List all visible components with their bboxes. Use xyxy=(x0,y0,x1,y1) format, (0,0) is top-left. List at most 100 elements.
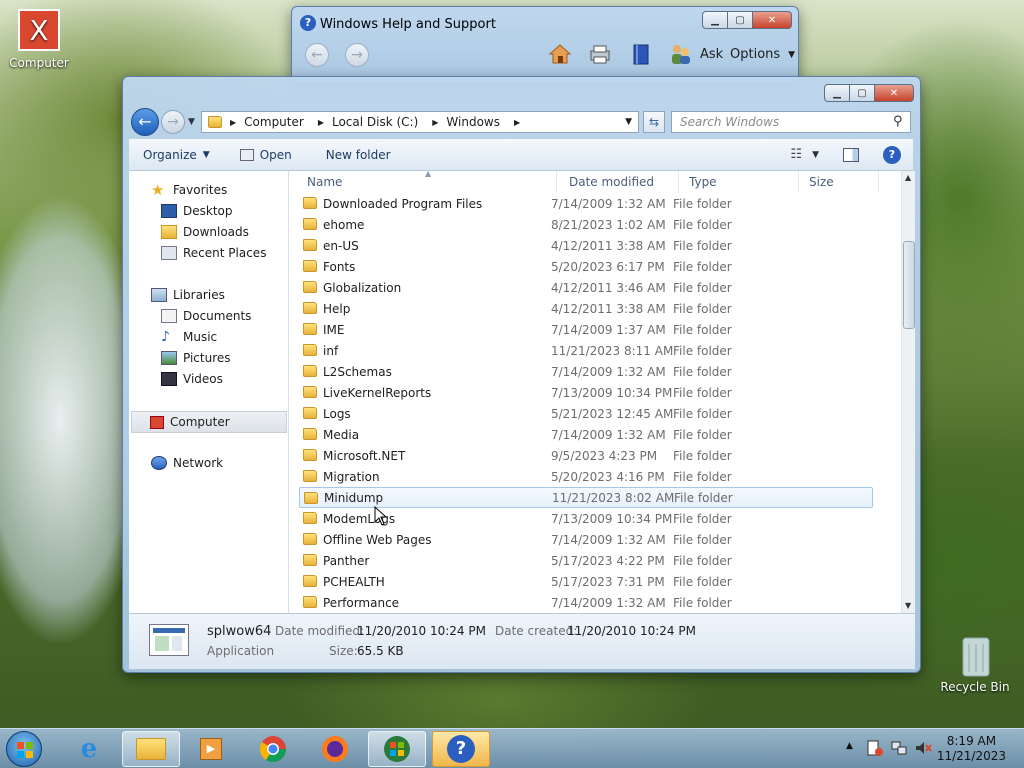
row-type: File folder xyxy=(673,343,732,358)
nav-downloads[interactable]: Downloads xyxy=(161,225,249,239)
vertical-scrollbar[interactable]: ▲ ▼ xyxy=(901,171,915,613)
help-forward-button[interactable]: → xyxy=(345,43,369,67)
breadcrumb-local-disk[interactable]: Local Disk (C:) xyxy=(332,115,418,129)
taskbar-media-player[interactable]: ▶ xyxy=(182,731,240,767)
table-row[interactable]: Microsoft.NET 9/5/2023 4:23 PM File folder xyxy=(299,445,873,466)
minimize-button[interactable]: ▁ xyxy=(824,84,850,102)
desktop-icon-computer[interactable]: X Computer xyxy=(4,8,74,70)
help-window[interactable]: ? Windows Help and Support ▁ ▢ ✕ ← → Ask… xyxy=(291,6,799,84)
breadcrumb-arrow-icon[interactable]: ▶ xyxy=(318,118,324,127)
explorer-window[interactable]: ▁ ▢ ✕ ← → ▼ ▶ Computer ▶ Local Disk (C:) ▶… xyxy=(122,76,921,673)
table-row[interactable]: Fonts 5/20/2023 6:17 PM File folder xyxy=(299,256,873,277)
table-row[interactable]: PCHEALTH 5/17/2023 7:31 PM File folder xyxy=(299,571,873,592)
view-options-button[interactable]: ☷ ▼ xyxy=(778,147,831,162)
scroll-up-icon[interactable]: ▲ xyxy=(905,173,911,182)
breadcrumb-arrow-icon[interactable]: ▶ xyxy=(230,118,236,127)
preview-pane-button[interactable] xyxy=(831,147,871,162)
column-header-size[interactable]: Size xyxy=(799,171,879,193)
table-row[interactable]: Minidump 11/21/2023 8:02 AM File folder xyxy=(299,487,873,508)
browse-help-icon[interactable] xyxy=(630,43,652,65)
table-row[interactable]: LiveKernelReports 7/13/2009 10:34 PM File … xyxy=(299,382,873,403)
home-icon[interactable] xyxy=(548,43,572,65)
nav-libraries[interactable]: Libraries xyxy=(151,288,225,302)
taskbar-clock[interactable]: 8:19 AM 11/21/2023 xyxy=(937,734,1006,764)
table-row[interactable]: Media 7/14/2009 1:32 AM File folder xyxy=(299,424,873,445)
row-date-modified: 5/17/2023 7:31 PM xyxy=(551,574,665,589)
organize-button[interactable]: Organize ▼ xyxy=(129,148,222,162)
table-row[interactable]: Migration 5/20/2023 4:16 PM File folder xyxy=(299,466,873,487)
desktop-icon-recycle-bin[interactable]: Recycle Bin xyxy=(940,632,1010,694)
nav-pictures[interactable]: Pictures xyxy=(161,351,231,365)
nav-label: Videos xyxy=(183,372,223,386)
close-button[interactable]: ✕ xyxy=(874,84,914,102)
row-date-modified: 4/12/2011 3:38 AM xyxy=(551,301,666,316)
show-hidden-icons-chevron-icon[interactable]: ▲ xyxy=(846,741,853,751)
row-type: File folder xyxy=(673,301,732,316)
table-row[interactable]: Globalization 4/12/2011 3:46 AM File folde… xyxy=(299,277,873,298)
taskbar-firefox[interactable] xyxy=(306,731,364,767)
nav-favorites[interactable]: ★ Favorites xyxy=(151,183,227,198)
maximize-button[interactable]: ▢ xyxy=(849,84,875,102)
folder-icon xyxy=(303,428,317,440)
table-row[interactable]: Offline Web Pages 7/14/2009 1:32 AM File f… xyxy=(299,529,873,550)
nav-documents[interactable]: Documents xyxy=(161,309,251,323)
volume-muted-icon[interactable] xyxy=(914,739,932,757)
open-button[interactable]: Open xyxy=(222,148,304,162)
search-input[interactable]: Search Windows xyxy=(671,111,911,133)
row-type: File folder xyxy=(673,532,732,547)
help-back-button[interactable]: ← xyxy=(305,43,329,67)
nav-recent-places[interactable]: Recent Places xyxy=(161,246,266,260)
column-header-type[interactable]: Type xyxy=(679,171,799,193)
options-menu[interactable]: Options ▼ xyxy=(730,47,795,62)
help-caption-buttons: ▁ ▢ ✕ xyxy=(702,11,792,29)
table-row[interactable]: Panther 5/17/2023 4:22 PM File folder xyxy=(299,550,873,571)
taskbar-explorer[interactable] xyxy=(122,731,180,767)
minimize-button[interactable]: ▁ xyxy=(702,11,728,29)
help-button[interactable]: ? xyxy=(871,145,913,164)
table-row[interactable]: ehome 8/21/2023 1:02 AM File folder xyxy=(299,214,873,235)
nav-network[interactable]: Network xyxy=(151,456,223,470)
table-row[interactable]: Downloaded Program Files 7/14/2009 1:32 A… xyxy=(299,193,873,214)
refresh-icon[interactable]: ⇆ xyxy=(643,111,665,133)
scroll-down-icon[interactable]: ▼ xyxy=(905,601,911,610)
table-row[interactable]: L2Schemas 7/14/2009 1:32 AM File folder xyxy=(299,361,873,382)
nav-label: Libraries xyxy=(173,288,225,302)
nav-music[interactable]: ♪ Music xyxy=(161,330,217,344)
action-center-icon[interactable] xyxy=(866,739,884,757)
nav-computer[interactable]: Computer xyxy=(131,411,287,433)
table-row[interactable]: Performance 7/14/2009 1:32 AM File folder xyxy=(299,592,873,613)
breadcrumb-arrow-icon[interactable]: ▶ xyxy=(432,118,438,127)
taskbar-help-and-support[interactable]: ? xyxy=(432,731,490,767)
forward-button[interactable]: → xyxy=(161,110,185,134)
network-tray-icon[interactable] xyxy=(890,739,908,757)
table-row[interactable]: IME 7/14/2009 1:37 AM File folder xyxy=(299,319,873,340)
print-icon[interactable] xyxy=(588,43,612,65)
new-folder-button[interactable]: New folder xyxy=(304,148,403,162)
nav-desktop[interactable]: Desktop xyxy=(161,204,233,218)
breadcrumb-windows[interactable]: Windows xyxy=(446,115,500,129)
breadcrumb-arrow-icon[interactable]: ▶ xyxy=(514,118,520,127)
row-date-modified: 4/12/2011 3:46 AM xyxy=(551,280,666,295)
column-header-date-modified[interactable]: Date modified xyxy=(559,171,679,193)
folder-icon xyxy=(303,239,317,251)
close-button[interactable]: ✕ xyxy=(752,11,792,29)
recent-pages-chevron-icon[interactable]: ▼ xyxy=(188,117,195,127)
taskbar-windows-app[interactable] xyxy=(368,731,426,767)
maximize-button[interactable]: ▢ xyxy=(727,11,753,29)
scrollbar-thumb[interactable] xyxy=(903,241,915,329)
start-button[interactable] xyxy=(6,731,42,767)
table-row[interactable]: en-US 4/12/2011 3:38 AM File folder xyxy=(299,235,873,256)
table-row[interactable]: Help 4/12/2011 3:38 AM File folder xyxy=(299,298,873,319)
back-button[interactable]: ← xyxy=(131,108,159,136)
taskbar-chrome[interactable] xyxy=(244,731,302,767)
table-row[interactable]: inf 11/21/2023 8:11 AM File folder xyxy=(299,340,873,361)
search-icon[interactable]: ⚲ xyxy=(893,114,903,129)
address-bar[interactable]: ▶ Computer ▶ Local Disk (C:) ▶ Windows ▶ ▼ xyxy=(201,111,639,133)
taskbar-internet-explorer[interactable]: e xyxy=(60,731,118,767)
address-dropdown-icon[interactable]: ▼ xyxy=(625,117,632,127)
table-row[interactable]: Logs 5/21/2023 12:45 AM File folder xyxy=(299,403,873,424)
nav-videos[interactable]: Videos xyxy=(161,372,223,386)
ask-button[interactable]: Ask xyxy=(700,47,723,62)
breadcrumb-computer[interactable]: Computer xyxy=(244,115,304,129)
row-date-modified: 7/14/2009 1:32 AM xyxy=(551,595,666,610)
